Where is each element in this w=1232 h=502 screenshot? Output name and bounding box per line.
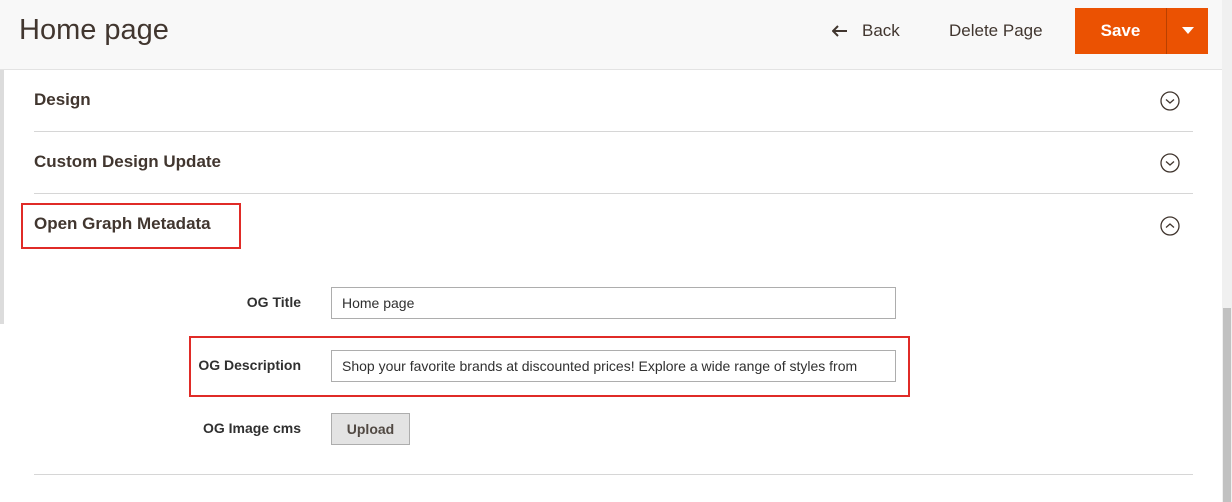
page-title: Home page [19, 14, 169, 46]
page-header: Home page Back Delete Page Save [0, 0, 1222, 70]
section-custom-design-title[interactable]: Custom Design Update [34, 152, 221, 172]
og-description-field[interactable]: Shop your favorite brands at discounted … [331, 350, 896, 382]
save-split-button: Save [1075, 8, 1208, 54]
section-custom-design-update: Custom Design Update [34, 132, 1193, 194]
og-title-field[interactable]: Home page [331, 287, 896, 319]
delete-page-button[interactable]: Delete Page [949, 20, 1043, 42]
section-design: Design [34, 70, 1193, 132]
chevron-up-icon[interactable] [1160, 216, 1180, 236]
scrollbar-thumb[interactable] [1223, 308, 1231, 502]
arrow-left-icon [832, 25, 848, 37]
og-image-label: OG Image cms [202, 420, 301, 436]
upload-button[interactable]: Upload [331, 413, 410, 445]
scrollbar[interactable] [1222, 0, 1232, 502]
chevron-down-icon[interactable] [1160, 153, 1180, 173]
open-graph-title-highlight [21, 203, 241, 249]
og-title-label: OG Title [246, 294, 301, 310]
chevron-down-icon[interactable] [1160, 91, 1180, 111]
back-button[interactable]: Back [832, 20, 900, 42]
section-design-title[interactable]: Design [34, 90, 91, 110]
save-options-toggle[interactable] [1167, 8, 1208, 54]
save-button[interactable]: Save [1075, 8, 1166, 54]
og-description-label: OG Description [198, 357, 301, 373]
left-edge [0, 70, 4, 324]
back-label: Back [862, 21, 900, 40]
caret-down-icon [1181, 22, 1195, 40]
